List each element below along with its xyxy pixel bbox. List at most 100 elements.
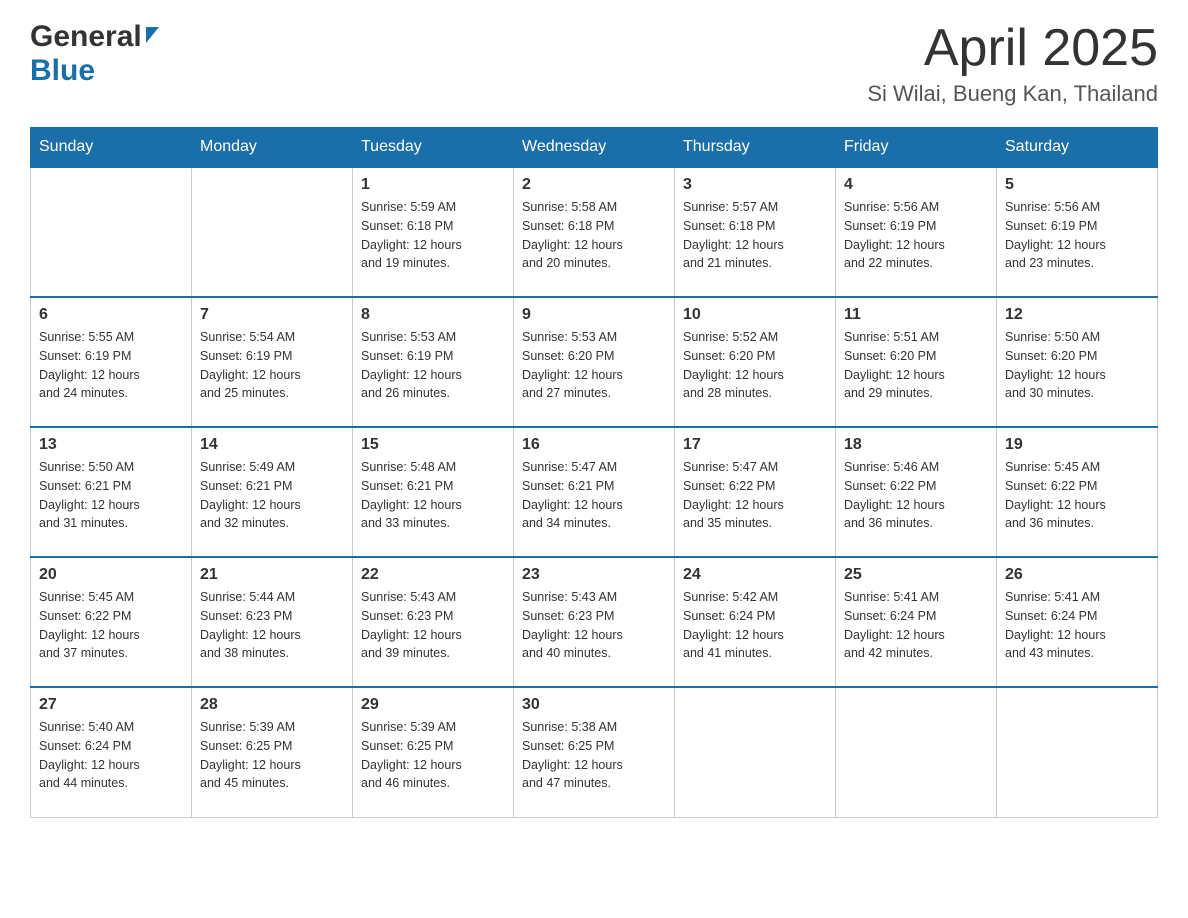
day-number: 3 xyxy=(683,176,827,194)
day-number: 16 xyxy=(522,436,666,454)
day-info: Sunrise: 5:56 AM Sunset: 6:19 PM Dayligh… xyxy=(844,198,988,273)
calendar-cell: 28 Sunrise: 5:39 AM Sunset: 6:25 PM Dayli… xyxy=(192,687,353,817)
day-info: Sunrise: 5:49 AM Sunset: 6:21 PM Dayligh… xyxy=(200,458,344,533)
day-number: 11 xyxy=(844,306,988,324)
col-header-wednesday: Wednesday xyxy=(514,128,675,168)
calendar-cell: 13 Sunrise: 5:50 AM Sunset: 6:21 PM Dayli… xyxy=(31,427,192,557)
day-number: 27 xyxy=(39,696,183,714)
col-header-monday: Monday xyxy=(192,128,353,168)
calendar-cell: 7Sunrise: 5:54 AM Sunset: 6:19 PM Daylig… xyxy=(192,297,353,427)
calendar-cell: 16 Sunrise: 5:47 AM Sunset: 6:21 PM Dayli… xyxy=(514,427,675,557)
day-number: 9 xyxy=(522,306,666,324)
day-number: 1 xyxy=(361,176,505,194)
calendar-cell: 4 Sunrise: 5:56 AM Sunset: 6:19 PM Daylig… xyxy=(836,167,997,297)
day-number: 6 xyxy=(39,306,183,324)
calendar-week-row: 20Sunrise: 5:45 AM Sunset: 6:22 PM Dayli… xyxy=(31,557,1158,687)
day-info: Sunrise: 5:59 AM Sunset: 6:18 PM Dayligh… xyxy=(361,198,505,273)
calendar-week-row: 27Sunrise: 5:40 AM Sunset: 6:24 PM Dayli… xyxy=(31,687,1158,817)
calendar-cell: 12 Sunrise: 5:50 AM Sunset: 6:20 PM Dayli… xyxy=(997,297,1158,427)
calendar-cell: 29 Sunrise: 5:39 AM Sunset: 6:25 PM Dayli… xyxy=(353,687,514,817)
calendar-cell: 15 Sunrise: 5:48 AM Sunset: 6:21 PM Dayli… xyxy=(353,427,514,557)
day-info: Sunrise: 5:47 AM Sunset: 6:21 PM Dayligh… xyxy=(522,458,666,533)
day-info: Sunrise: 5:41 AM Sunset: 6:24 PM Dayligh… xyxy=(844,588,988,663)
page-header: General Blue April 2025 Si Wilai, Bueng … xyxy=(30,20,1158,107)
day-number: 15 xyxy=(361,436,505,454)
day-number: 10 xyxy=(683,306,827,324)
day-info: Sunrise: 5:53 AM Sunset: 6:19 PM Dayligh… xyxy=(361,328,505,403)
logo-arrow-icon xyxy=(146,27,159,43)
calendar-cell: 25 Sunrise: 5:41 AM Sunset: 6:24 PM Dayli… xyxy=(836,557,997,687)
day-info: Sunrise: 5:44 AM Sunset: 6:23 PM Dayligh… xyxy=(200,588,344,663)
day-number: 7 xyxy=(200,306,344,324)
calendar-table: SundayMondayTuesdayWednesdayThursdayFrid… xyxy=(30,127,1158,818)
calendar-cell: 11Sunrise: 5:51 AM Sunset: 6:20 PM Dayli… xyxy=(836,297,997,427)
logo-flag-icon xyxy=(144,27,159,47)
day-number: 23 xyxy=(522,566,666,584)
calendar-cell xyxy=(31,167,192,297)
calendar-cell: 6 Sunrise: 5:55 AM Sunset: 6:19 PM Daylig… xyxy=(31,297,192,427)
day-number: 29 xyxy=(361,696,505,714)
calendar-cell: 5Sunrise: 5:56 AM Sunset: 6:19 PM Daylig… xyxy=(997,167,1158,297)
day-number: 12 xyxy=(1005,306,1149,324)
calendar-cell: 1 Sunrise: 5:59 AM Sunset: 6:18 PM Daylig… xyxy=(353,167,514,297)
calendar-cell xyxy=(192,167,353,297)
calendar-cell xyxy=(836,687,997,817)
calendar-cell: 26 Sunrise: 5:41 AM Sunset: 6:24 PM Dayli… xyxy=(997,557,1158,687)
day-info: Sunrise: 5:39 AM Sunset: 6:25 PM Dayligh… xyxy=(361,718,505,793)
day-info: Sunrise: 5:58 AM Sunset: 6:18 PM Dayligh… xyxy=(522,198,666,273)
calendar-cell xyxy=(675,687,836,817)
day-info: Sunrise: 5:48 AM Sunset: 6:21 PM Dayligh… xyxy=(361,458,505,533)
day-info: Sunrise: 5:43 AM Sunset: 6:23 PM Dayligh… xyxy=(361,588,505,663)
day-info: Sunrise: 5:47 AM Sunset: 6:22 PM Dayligh… xyxy=(683,458,827,533)
day-number: 17 xyxy=(683,436,827,454)
calendar-cell: 24Sunrise: 5:42 AM Sunset: 6:24 PM Dayli… xyxy=(675,557,836,687)
calendar-cell: 3 Sunrise: 5:57 AM Sunset: 6:18 PM Daylig… xyxy=(675,167,836,297)
day-info: Sunrise: 5:50 AM Sunset: 6:21 PM Dayligh… xyxy=(39,458,183,533)
day-info: Sunrise: 5:41 AM Sunset: 6:24 PM Dayligh… xyxy=(1005,588,1149,663)
calendar-cell: 22 Sunrise: 5:43 AM Sunset: 6:23 PM Dayli… xyxy=(353,557,514,687)
title-block: April 2025 Si Wilai, Bueng Kan, Thailand xyxy=(867,20,1158,107)
calendar-header-row: SundayMondayTuesdayWednesdayThursdayFrid… xyxy=(31,128,1158,168)
day-number: 28 xyxy=(200,696,344,714)
day-number: 25 xyxy=(844,566,988,584)
day-number: 18 xyxy=(844,436,988,454)
logo-blue-text: Blue xyxy=(30,54,95,87)
day-number: 4 xyxy=(844,176,988,194)
day-info: Sunrise: 5:45 AM Sunset: 6:22 PM Dayligh… xyxy=(1005,458,1149,533)
day-number: 20 xyxy=(39,566,183,584)
calendar-cell: 27Sunrise: 5:40 AM Sunset: 6:24 PM Dayli… xyxy=(31,687,192,817)
logo: General Blue xyxy=(30,20,159,88)
day-info: Sunrise: 5:53 AM Sunset: 6:20 PM Dayligh… xyxy=(522,328,666,403)
day-info: Sunrise: 5:46 AM Sunset: 6:22 PM Dayligh… xyxy=(844,458,988,533)
calendar-cell: 20Sunrise: 5:45 AM Sunset: 6:22 PM Dayli… xyxy=(31,557,192,687)
day-info: Sunrise: 5:39 AM Sunset: 6:25 PM Dayligh… xyxy=(200,718,344,793)
calendar-cell: 9 Sunrise: 5:53 AM Sunset: 6:20 PM Daylig… xyxy=(514,297,675,427)
day-number: 19 xyxy=(1005,436,1149,454)
col-header-saturday: Saturday xyxy=(997,128,1158,168)
day-info: Sunrise: 5:50 AM Sunset: 6:20 PM Dayligh… xyxy=(1005,328,1149,403)
day-info: Sunrise: 5:52 AM Sunset: 6:20 PM Dayligh… xyxy=(683,328,827,403)
calendar-cell: 21 Sunrise: 5:44 AM Sunset: 6:23 PM Dayli… xyxy=(192,557,353,687)
calendar-cell: 10 Sunrise: 5:52 AM Sunset: 6:20 PM Dayli… xyxy=(675,297,836,427)
day-number: 8 xyxy=(361,306,505,324)
day-number: 24 xyxy=(683,566,827,584)
month-title: April 2025 xyxy=(867,20,1158,77)
day-number: 21 xyxy=(200,566,344,584)
col-header-sunday: Sunday xyxy=(31,128,192,168)
day-info: Sunrise: 5:57 AM Sunset: 6:18 PM Dayligh… xyxy=(683,198,827,273)
day-number: 14 xyxy=(200,436,344,454)
calendar-cell: 18 Sunrise: 5:46 AM Sunset: 6:22 PM Dayli… xyxy=(836,427,997,557)
calendar-week-row: 6 Sunrise: 5:55 AM Sunset: 6:19 PM Daylig… xyxy=(31,297,1158,427)
day-number: 26 xyxy=(1005,566,1149,584)
day-number: 22 xyxy=(361,566,505,584)
calendar-week-row: 1 Sunrise: 5:59 AM Sunset: 6:18 PM Daylig… xyxy=(31,167,1158,297)
day-number: 5 xyxy=(1005,176,1149,194)
calendar-cell xyxy=(997,687,1158,817)
day-number: 13 xyxy=(39,436,183,454)
col-header-thursday: Thursday xyxy=(675,128,836,168)
day-info: Sunrise: 5:43 AM Sunset: 6:23 PM Dayligh… xyxy=(522,588,666,663)
day-number: 30 xyxy=(522,696,666,714)
calendar-cell: 19 Sunrise: 5:45 AM Sunset: 6:22 PM Dayli… xyxy=(997,427,1158,557)
calendar-cell: 14 Sunrise: 5:49 AM Sunset: 6:21 PM Dayli… xyxy=(192,427,353,557)
day-info: Sunrise: 5:55 AM Sunset: 6:19 PM Dayligh… xyxy=(39,328,183,403)
